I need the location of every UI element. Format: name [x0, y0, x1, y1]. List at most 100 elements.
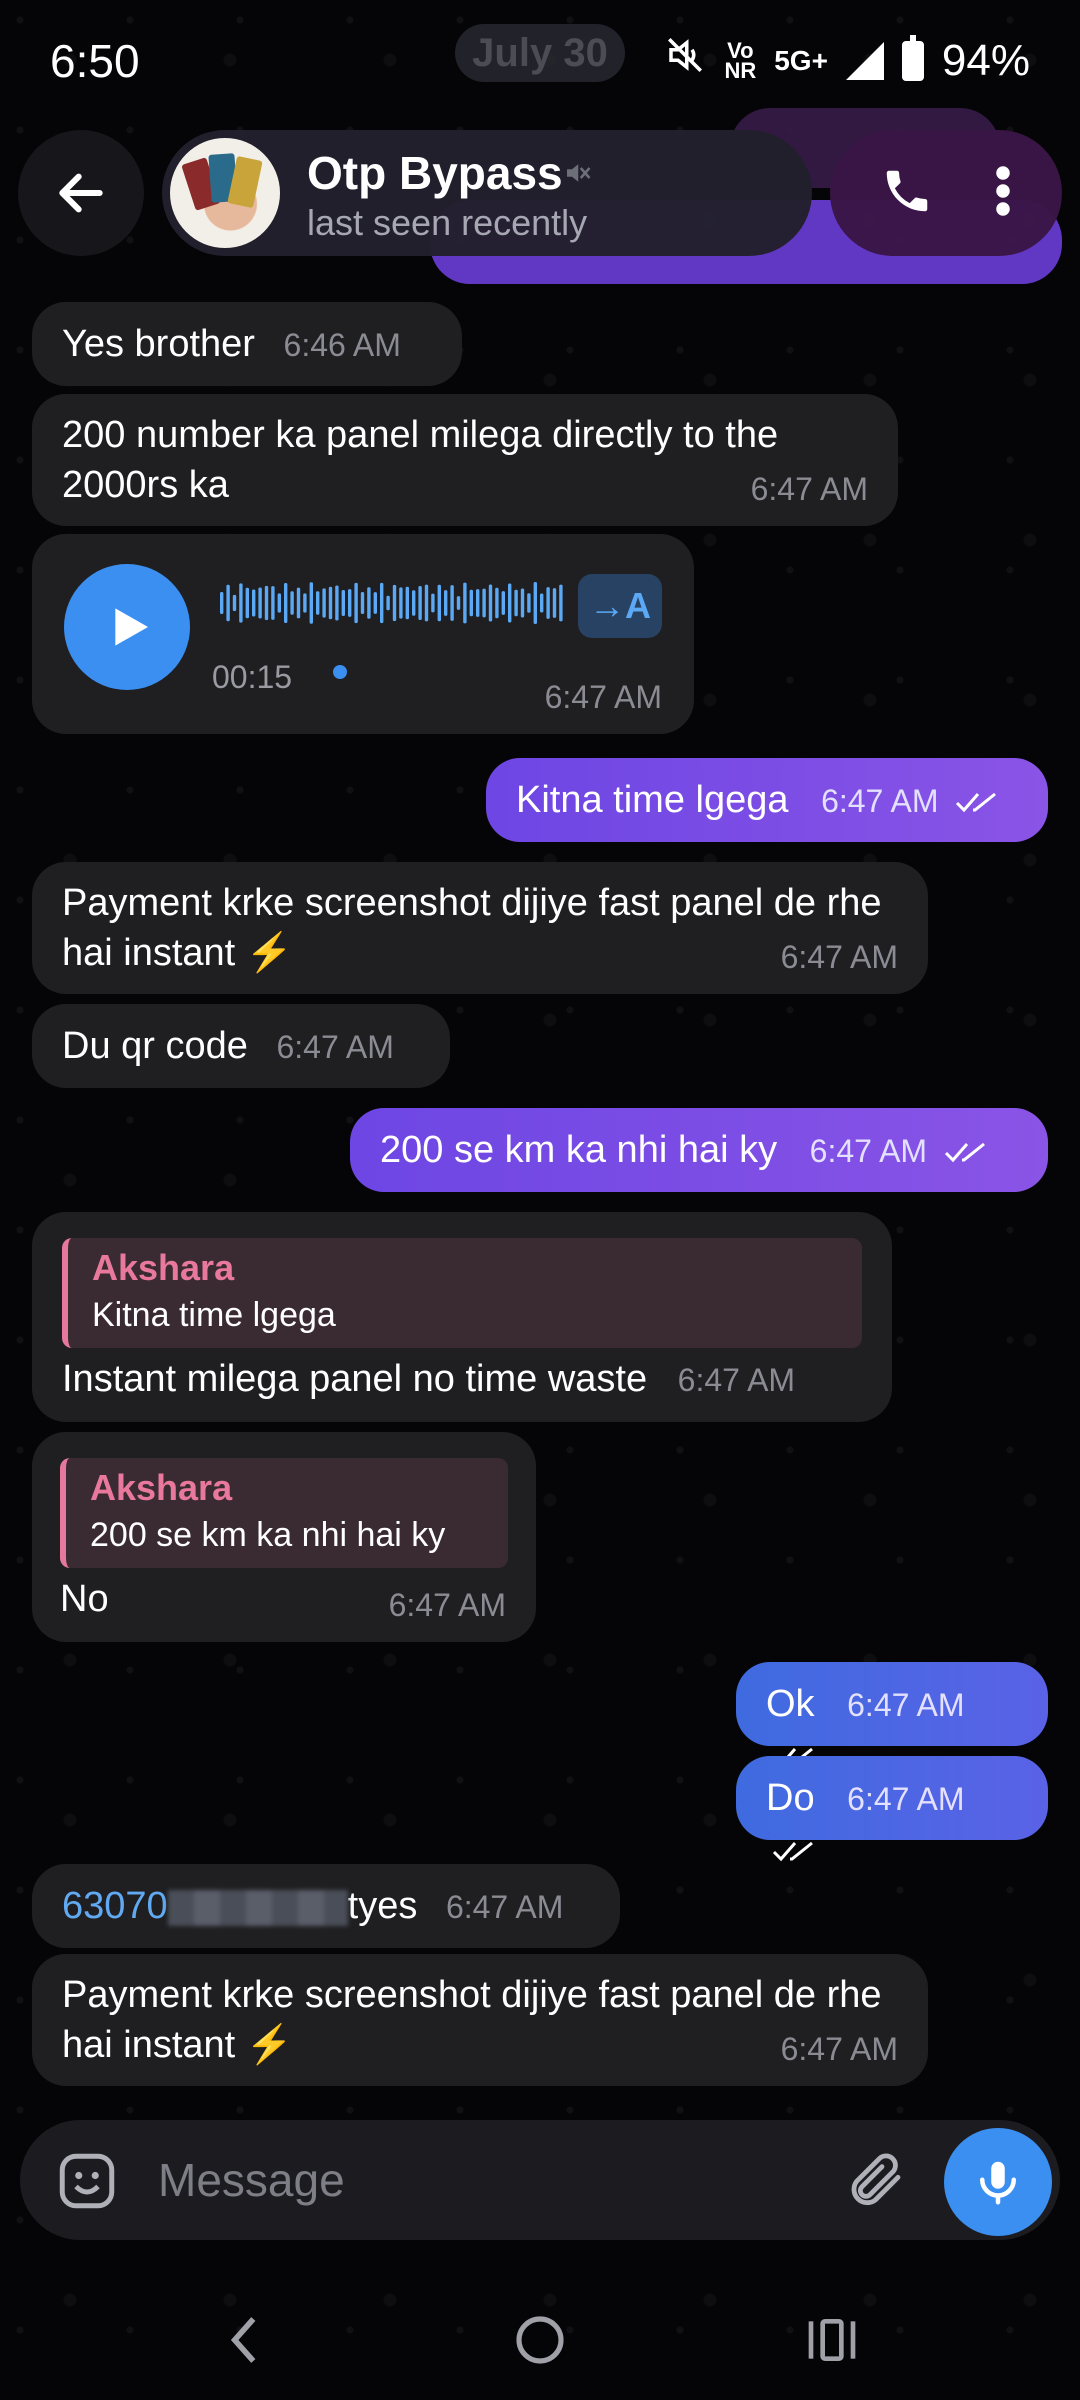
read-ticks-icon: [955, 792, 996, 813]
reply-quote[interactable]: Akshara Kitna time lgega: [62, 1238, 862, 1348]
more-vert-icon[interactable]: [993, 164, 1013, 223]
waveform-bar: [386, 595, 390, 611]
waveform-bar: [290, 591, 294, 615]
back-arrow-icon: [59, 173, 103, 213]
nav-back-icon[interactable]: [204, 2300, 284, 2380]
waveform-bar: [501, 591, 505, 615]
waveform-bar: [380, 582, 384, 624]
redacted-blur: [167, 1889, 348, 1926]
waveform-bar: [239, 583, 243, 623]
network-indicator: 5G+: [774, 44, 828, 76]
waveform-bar: [226, 584, 230, 622]
message-text: Du qr code: [62, 1025, 248, 1067]
waveform-bar: [559, 584, 563, 622]
waveform-bar: [418, 585, 422, 621]
nav-home-icon[interactable]: [500, 2300, 580, 2380]
message-time: 6:47 AM: [809, 1133, 928, 1169]
message-text: Kitna time lgega: [516, 779, 789, 821]
waveform-bar: [399, 587, 403, 619]
message-time: 6:46 AM: [283, 327, 401, 363]
waveform-bar: [373, 592, 377, 614]
waveform-bar: [367, 587, 371, 619]
voice-waveform[interactable]: [220, 578, 570, 628]
message-incoming-reply[interactable]: Akshara 200 se km ka nhi hai ky No 6:47 …: [32, 1432, 536, 1642]
message-text: Instant milega panel no time waste: [62, 1358, 648, 1400]
waveform-bar: [482, 588, 486, 618]
message-time: 6:47 AM: [847, 1781, 965, 1817]
message-text: Ok: [766, 1683, 815, 1725]
waveform-bar: [322, 588, 326, 618]
waveform-bar: [520, 588, 525, 618]
avatar[interactable]: [170, 138, 280, 248]
waveform-bar: [546, 587, 550, 619]
battery-percent: 94%: [941, 35, 1030, 85]
waveform-bar: [463, 582, 467, 624]
voice-message[interactable]: →A 00:15 6:47 AM: [32, 534, 694, 734]
message-incoming[interactable]: 63070 tyes 6:47 AM: [32, 1864, 620, 1948]
attach-icon[interactable]: [842, 2148, 906, 2217]
reply-author: Akshara: [92, 1247, 235, 1288]
mic-button[interactable]: [944, 2128, 1052, 2236]
message-text: tyes: [347, 1885, 418, 1927]
waveform-bar: [245, 587, 249, 619]
status-time: 6:50: [50, 35, 140, 87]
waveform-bar: [271, 586, 275, 620]
waveform-bar: [508, 583, 512, 623]
unplayed-dot: [333, 665, 347, 679]
message-outgoing[interactable]: Ok 6:47 AM: [736, 1662, 1048, 1768]
waveform-bar: [514, 589, 518, 617]
navigation-bar: [0, 2260, 1080, 2400]
phone-number-link[interactable]: 63070: [62, 1885, 348, 1927]
chat-header[interactable]: Otp Bypass last seen recently: [162, 130, 812, 256]
sticker-icon[interactable]: [54, 2148, 120, 2219]
message-text: Payment krke screenshot dijiye fast pane…: [62, 882, 882, 974]
read-ticks-icon: [772, 1841, 813, 1862]
waveform-bar: [296, 587, 301, 619]
waveform-bar: [277, 593, 281, 613]
message-outgoing[interactable]: Do 6:47 AM: [736, 1756, 1048, 1862]
phone-icon[interactable]: [880, 164, 934, 223]
reply-text: 200 se km ka nhi hai ky: [90, 1516, 446, 1554]
message-incoming-reply[interactable]: Akshara Kitna time lgega Instant milega …: [32, 1212, 892, 1422]
waveform-bar: [437, 584, 441, 622]
reply-quote[interactable]: Akshara 200 se km ka nhi hai ky: [60, 1458, 508, 1568]
back-button[interactable]: [18, 130, 144, 256]
waveform-bar: [405, 586, 409, 620]
waveform-bar: [495, 587, 499, 619]
message-outgoing[interactable]: Kitna time lgega 6:47 AM: [486, 758, 1048, 842]
transcribe-button[interactable]: →A: [578, 574, 662, 638]
waveform-bar: [431, 593, 435, 613]
nav-recents-icon[interactable]: [792, 2300, 872, 2380]
message-incoming[interactable]: Payment krke screenshot dijiye fast pane…: [32, 1954, 928, 2086]
message-time: 6:47 AM: [780, 939, 898, 975]
waveform-bar: [232, 594, 237, 612]
read-ticks-icon: [944, 1142, 985, 1163]
waveform-bar: [488, 584, 493, 622]
message-incoming[interactable]: Du qr code 6:47 AM: [32, 1004, 450, 1088]
message-outgoing[interactable]: 200 se km ka nhi hai ky 6:47 AM: [350, 1108, 1048, 1192]
waveform-bar: [328, 586, 333, 620]
waveform-bar: [258, 587, 262, 619]
message-time: 6:47 AM: [780, 2031, 898, 2067]
waveform-bar: [456, 596, 461, 610]
message-time: 6:47 AM: [847, 1687, 965, 1723]
message-text: Yes brother: [62, 323, 255, 365]
message-text: Payment krke screenshot dijiye fast pane…: [62, 1974, 882, 2066]
header-actions: [830, 130, 1062, 256]
reply-author: Akshara: [90, 1467, 233, 1508]
play-button[interactable]: [64, 564, 190, 690]
waveform-bar: [476, 589, 480, 617]
message-time: 6:47 AM: [677, 1362, 796, 1398]
message-time: 6:47 AM: [445, 1889, 564, 1925]
waveform-bar: [527, 593, 531, 613]
waveform-bar: [316, 591, 320, 615]
waveform-bar: [450, 585, 454, 621]
message-incoming[interactable]: 200 number ka panel milega directly to t…: [32, 394, 898, 526]
status-icons: Vo NR 5G+ 94%: [664, 34, 1030, 87]
waveform-bar: [220, 592, 224, 614]
mic-icon: [980, 2161, 1016, 2205]
message-incoming[interactable]: Yes brother 6:46 AM: [32, 302, 462, 386]
message-time: 6:47 AM: [750, 471, 868, 507]
message-input[interactable]: [158, 2140, 718, 2220]
message-incoming[interactable]: Payment krke screenshot dijiye fast pane…: [32, 862, 928, 994]
